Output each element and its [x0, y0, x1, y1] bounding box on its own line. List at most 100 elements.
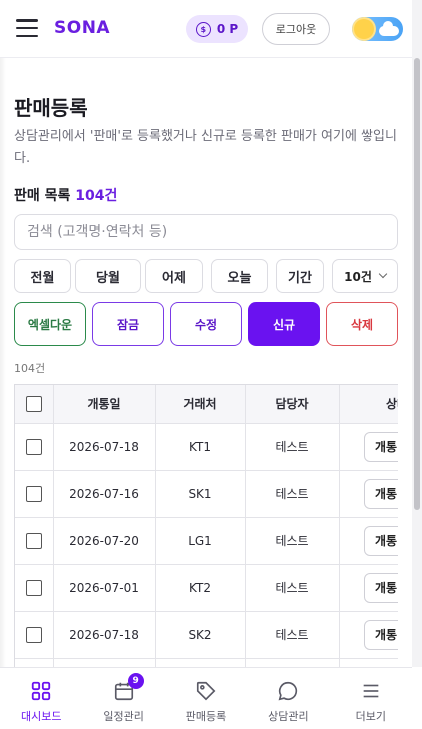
status-select[interactable]: 개통 [364, 478, 398, 509]
cell-partner: SK1 [155, 470, 246, 518]
col-header-date[interactable]: 개통일 [53, 385, 156, 424]
table-row[interactable]: 2026-07-16 SK1 테스트 개통 [15, 470, 398, 518]
cell-partner: KT2 [155, 564, 246, 612]
cell-status: 개통 [339, 423, 398, 471]
cell-date: 2026-07-20 [53, 517, 156, 565]
cell-date: 2026-07-18 [53, 611, 156, 659]
cell-date: 2026-07-18 [53, 423, 156, 471]
chevron-down-icon [378, 269, 388, 279]
cell-partner: KT1 [155, 423, 246, 471]
notification-badge: 9 [127, 673, 144, 689]
row-checkbox-cell [15, 470, 54, 518]
cell-date: 2026-07-01 [53, 564, 156, 612]
chat-icon [279, 681, 298, 701]
nav-item-consult[interactable]: 상담관리 [247, 668, 329, 729]
nav-item-more[interactable]: 더보기 [330, 668, 412, 729]
hamburger-menu-icon[interactable] [16, 19, 38, 37]
sun-icon [354, 19, 374, 39]
cell-manager: 테스트 [245, 470, 340, 518]
row-checkbox[interactable] [25, 532, 42, 549]
table-row[interactable]: 2026-07-18 SK2 테스트 개통 [15, 611, 398, 659]
nav-label-more: 더보기 [355, 710, 387, 723]
list-heading: 판매 목록 104건 [14, 185, 117, 205]
cell-date [53, 658, 156, 667]
delete-button[interactable]: 삭제 [326, 302, 398, 346]
page-description: 상담관리에서 '판매'로 등록했거나 신규로 등록한 판매가 여기에 쌓입니다. [14, 129, 397, 166]
cell-status [339, 658, 398, 667]
table-row[interactable]: 2026-07-01 KT2 테스트 개통 [15, 564, 398, 612]
col-header-partner[interactable]: 거래처 [155, 385, 246, 424]
nav-label-schedule: 일정관리 [103, 710, 144, 723]
row-checkbox-cell [15, 517, 54, 565]
cell-manager: 테스트 [245, 611, 340, 659]
theme-toggle[interactable] [352, 17, 403, 41]
row-checkbox[interactable] [25, 438, 42, 455]
cell-status: 개통 [339, 564, 398, 612]
cell-manager: 테스트 [245, 564, 340, 612]
list-count: 104건 [75, 188, 118, 204]
cell-date: 2026-07-16 [53, 470, 156, 518]
cell-manager [245, 658, 340, 667]
scrollbar-thumb[interactable] [414, 58, 420, 510]
cell-status: 개통 [339, 517, 398, 565]
filter-this-month-button[interactable]: 당월 [75, 259, 141, 293]
tag-icon [196, 681, 216, 701]
table-row[interactable] [15, 658, 398, 667]
per-page-select[interactable]: 10건 [332, 259, 398, 293]
cell-status: 개통 [339, 611, 398, 659]
coin-icon: $ [195, 21, 211, 37]
nav-item-dashboard[interactable]: 대시보드 [0, 668, 82, 729]
nav-label-dashboard: 대시보드 [20, 710, 62, 723]
row-checkbox[interactable] [25, 626, 42, 643]
cell-partner [155, 658, 246, 667]
page-title: 판매등록 [14, 96, 88, 120]
table-row[interactable]: 2026-07-20 LG1 테스트 개통 [15, 517, 398, 565]
status-select[interactable]: 개통 [364, 525, 398, 556]
nav-item-schedule[interactable]: 9 일정관리 [82, 668, 164, 729]
filter-today-button[interactable]: 오늘 [211, 259, 268, 293]
filter-range-button[interactable]: 기간 [276, 259, 324, 293]
row-checkbox[interactable] [25, 579, 42, 596]
bottom-nav: 대시보드 9 일정관리 판매등록 상담관리 더보기 [0, 667, 412, 729]
status-select[interactable]: 개통 [364, 431, 398, 462]
brand-logo[interactable]: SONA [54, 18, 110, 38]
points-value: 0 P [216, 22, 239, 36]
col-header-manager[interactable]: 담당자 [245, 385, 340, 424]
edit-button[interactable]: 수정 [170, 302, 242, 346]
sales-table: 개통일 거래처 담당자 상태 2026-07-18 KT1 테스트 개통 202… [14, 384, 398, 667]
app-header: SONA $ 0 P 로그아웃 [0, 0, 412, 58]
lock-button[interactable]: 잠금 [92, 302, 164, 346]
select-all-checkbox[interactable] [25, 395, 42, 412]
row-checkbox-cell [15, 564, 54, 612]
dashboard-icon [32, 681, 51, 701]
cell-manager: 테스트 [245, 517, 340, 565]
filter-prev-month-button[interactable]: 전월 [14, 259, 71, 293]
filter-yesterday-button[interactable]: 어제 [145, 259, 203, 293]
table-header-row: 개통일 거래처 담당자 상태 [15, 385, 398, 424]
per-page-value: 10건 [344, 269, 372, 284]
cell-partner: LG1 [155, 517, 246, 565]
table-row[interactable]: 2026-07-18 KT1 테스트 개통 [15, 423, 398, 471]
list-label: 판매 목록 [14, 188, 71, 204]
logout-button[interactable]: 로그아웃 [262, 13, 330, 45]
nav-label-consult: 상담관리 [268, 710, 309, 723]
result-count: 104건 [14, 362, 46, 375]
col-header-status[interactable]: 상태 [339, 385, 398, 424]
row-checkbox-cell [15, 658, 54, 667]
select-all-cell [15, 385, 54, 424]
side-shadow [0, 58, 6, 667]
search-input[interactable] [14, 214, 398, 250]
row-checkbox[interactable] [25, 485, 42, 502]
nav-item-sales[interactable]: 판매등록 [165, 668, 247, 729]
row-checkbox-cell [15, 611, 54, 659]
menu-icon [363, 684, 379, 698]
status-select[interactable]: 개통 [364, 572, 398, 603]
cloud-icon [379, 21, 399, 36]
status-select[interactable]: 개통 [364, 619, 398, 650]
cell-manager: 테스트 [245, 423, 340, 471]
cell-status: 개통 [339, 470, 398, 518]
new-button[interactable]: 신규 [248, 302, 320, 346]
points-badge[interactable]: $ 0 P [186, 15, 248, 43]
excel-download-button[interactable]: 엑셀다운 [14, 302, 86, 346]
cell-partner: SK2 [155, 611, 246, 659]
